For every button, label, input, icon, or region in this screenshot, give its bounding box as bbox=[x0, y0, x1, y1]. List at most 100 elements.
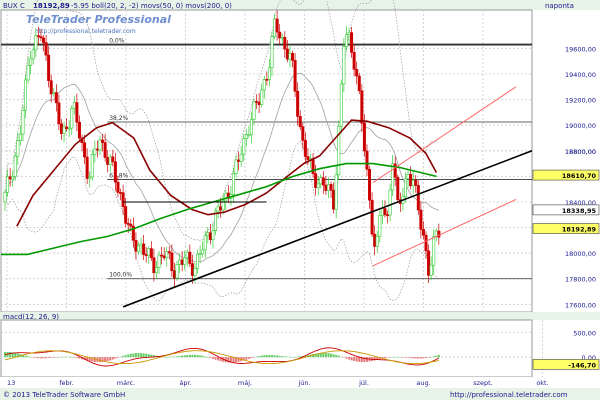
candle-body bbox=[196, 253, 200, 269]
candle-body bbox=[198, 253, 202, 256]
candle-body bbox=[149, 248, 153, 259]
macd-histogram-bar bbox=[55, 357, 58, 358]
candle-body bbox=[70, 108, 74, 129]
macd-plot-area[interactable] bbox=[0, 319, 533, 378]
macd-histogram-bar bbox=[394, 356, 397, 358]
macd-histogram-bar bbox=[386, 357, 389, 358]
macd-histogram-bar bbox=[196, 354, 199, 358]
macd-histogram-bar bbox=[183, 355, 186, 358]
macd-header bbox=[0, 312, 600, 320]
candle-body bbox=[393, 163, 397, 178]
candle-body bbox=[375, 235, 379, 247]
candle-body bbox=[183, 257, 187, 265]
macd-histogram-bar bbox=[140, 353, 143, 358]
macd-histogram-bar bbox=[147, 354, 150, 358]
candle-body bbox=[57, 102, 61, 125]
watermark-url: http://professional.teletrader.com bbox=[35, 28, 136, 35]
macd-histogram-bar bbox=[286, 356, 289, 358]
candle-body bbox=[380, 208, 384, 216]
macd-histogram-bar bbox=[268, 354, 271, 358]
candle-body bbox=[409, 173, 413, 187]
macd-histogram-bar bbox=[345, 357, 348, 359]
macd-histogram-bar bbox=[427, 357, 430, 358]
candle-body bbox=[270, 36, 274, 69]
candle-body bbox=[136, 245, 140, 252]
candle-body bbox=[206, 232, 210, 237]
main-plot-area[interactable] bbox=[0, 9, 533, 313]
candle-body bbox=[190, 263, 194, 276]
macd-histogram-bar bbox=[73, 357, 76, 358]
candle-body bbox=[47, 54, 51, 82]
macd-histogram-bar bbox=[137, 353, 140, 358]
candle-body bbox=[26, 65, 30, 81]
candle-body bbox=[352, 52, 356, 70]
macd-histogram-bar bbox=[237, 357, 240, 362]
y-tick-label: 17800,00 bbox=[565, 276, 596, 284]
candle-body bbox=[332, 189, 336, 210]
candle-body bbox=[180, 259, 184, 265]
macd-histogram-bar bbox=[263, 355, 266, 358]
candle-body bbox=[237, 159, 241, 162]
candle-body bbox=[291, 53, 295, 61]
macd-histogram-bar bbox=[330, 353, 333, 358]
candle-body bbox=[13, 155, 17, 177]
chart-window: BUX C 18192,89 -5.95 boll(20, 2, -2) mov… bbox=[0, 0, 600, 400]
macd-histogram-bar bbox=[430, 357, 433, 358]
macd-histogram-bar bbox=[39, 357, 42, 359]
candle-body bbox=[234, 159, 238, 174]
macd-histogram-bar bbox=[145, 353, 148, 358]
macd-histogram-bar bbox=[340, 356, 343, 358]
candle-body bbox=[139, 243, 143, 247]
candle-body bbox=[34, 35, 38, 51]
macd-histogram-bar bbox=[206, 357, 209, 358]
candle-body bbox=[373, 233, 377, 247]
macd-histogram-bar bbox=[353, 357, 356, 361]
macd-histogram-bar bbox=[294, 356, 297, 358]
candle-body bbox=[344, 34, 348, 47]
macd-histogram-bar bbox=[327, 353, 330, 358]
chart-svg: BUX C 18192,89 -5.95 boll(20, 2, -2) mov… bbox=[0, 0, 600, 400]
macd-histogram-bar bbox=[260, 355, 263, 358]
x-tick-label: aug. bbox=[416, 379, 430, 387]
candle-body bbox=[170, 252, 174, 271]
candle-body bbox=[419, 209, 423, 230]
candle-body bbox=[370, 199, 374, 235]
candle-body bbox=[319, 177, 323, 185]
macd-histogram-bar bbox=[106, 357, 109, 362]
macd-histogram-bar bbox=[365, 357, 368, 362]
candle-body bbox=[388, 189, 392, 216]
macd-histogram-bar bbox=[404, 357, 407, 358]
candle-body bbox=[414, 180, 418, 186]
candle-body bbox=[75, 102, 79, 123]
macd-histogram-bar bbox=[65, 356, 68, 358]
macd-histogram-bar bbox=[68, 356, 71, 358]
candle-body bbox=[124, 206, 128, 224]
candle-body bbox=[185, 251, 189, 259]
macd-histogram-bar bbox=[391, 357, 394, 358]
candle-body bbox=[278, 31, 282, 39]
candle-body bbox=[172, 270, 176, 279]
macd-histogram-bar bbox=[201, 355, 204, 358]
macd-histogram-bar bbox=[291, 356, 294, 358]
y-tick-label: 19400,00 bbox=[565, 71, 596, 79]
macd-histogram-bar bbox=[296, 356, 299, 358]
macd-histogram-bar bbox=[57, 357, 60, 358]
macd-histogram-bar bbox=[114, 357, 117, 359]
candle-body bbox=[101, 139, 105, 143]
right-axis bbox=[533, 10, 600, 312]
macd-histogram-bar bbox=[9, 352, 12, 358]
candle-body bbox=[368, 169, 372, 201]
candle-body bbox=[252, 101, 256, 120]
macd-histogram-bar bbox=[32, 357, 35, 358]
candle-body bbox=[67, 127, 71, 130]
x-tick-label: jún. bbox=[297, 379, 310, 387]
macd-histogram-bar bbox=[104, 357, 107, 362]
candle-body bbox=[113, 161, 117, 183]
candle-body bbox=[154, 267, 158, 274]
macd-histogram-bar bbox=[199, 355, 202, 358]
candle-body bbox=[31, 49, 35, 60]
macd-histogram-bar bbox=[70, 357, 73, 358]
candle-body bbox=[42, 37, 46, 43]
candle-body bbox=[396, 177, 400, 200]
candle-body bbox=[116, 181, 120, 193]
